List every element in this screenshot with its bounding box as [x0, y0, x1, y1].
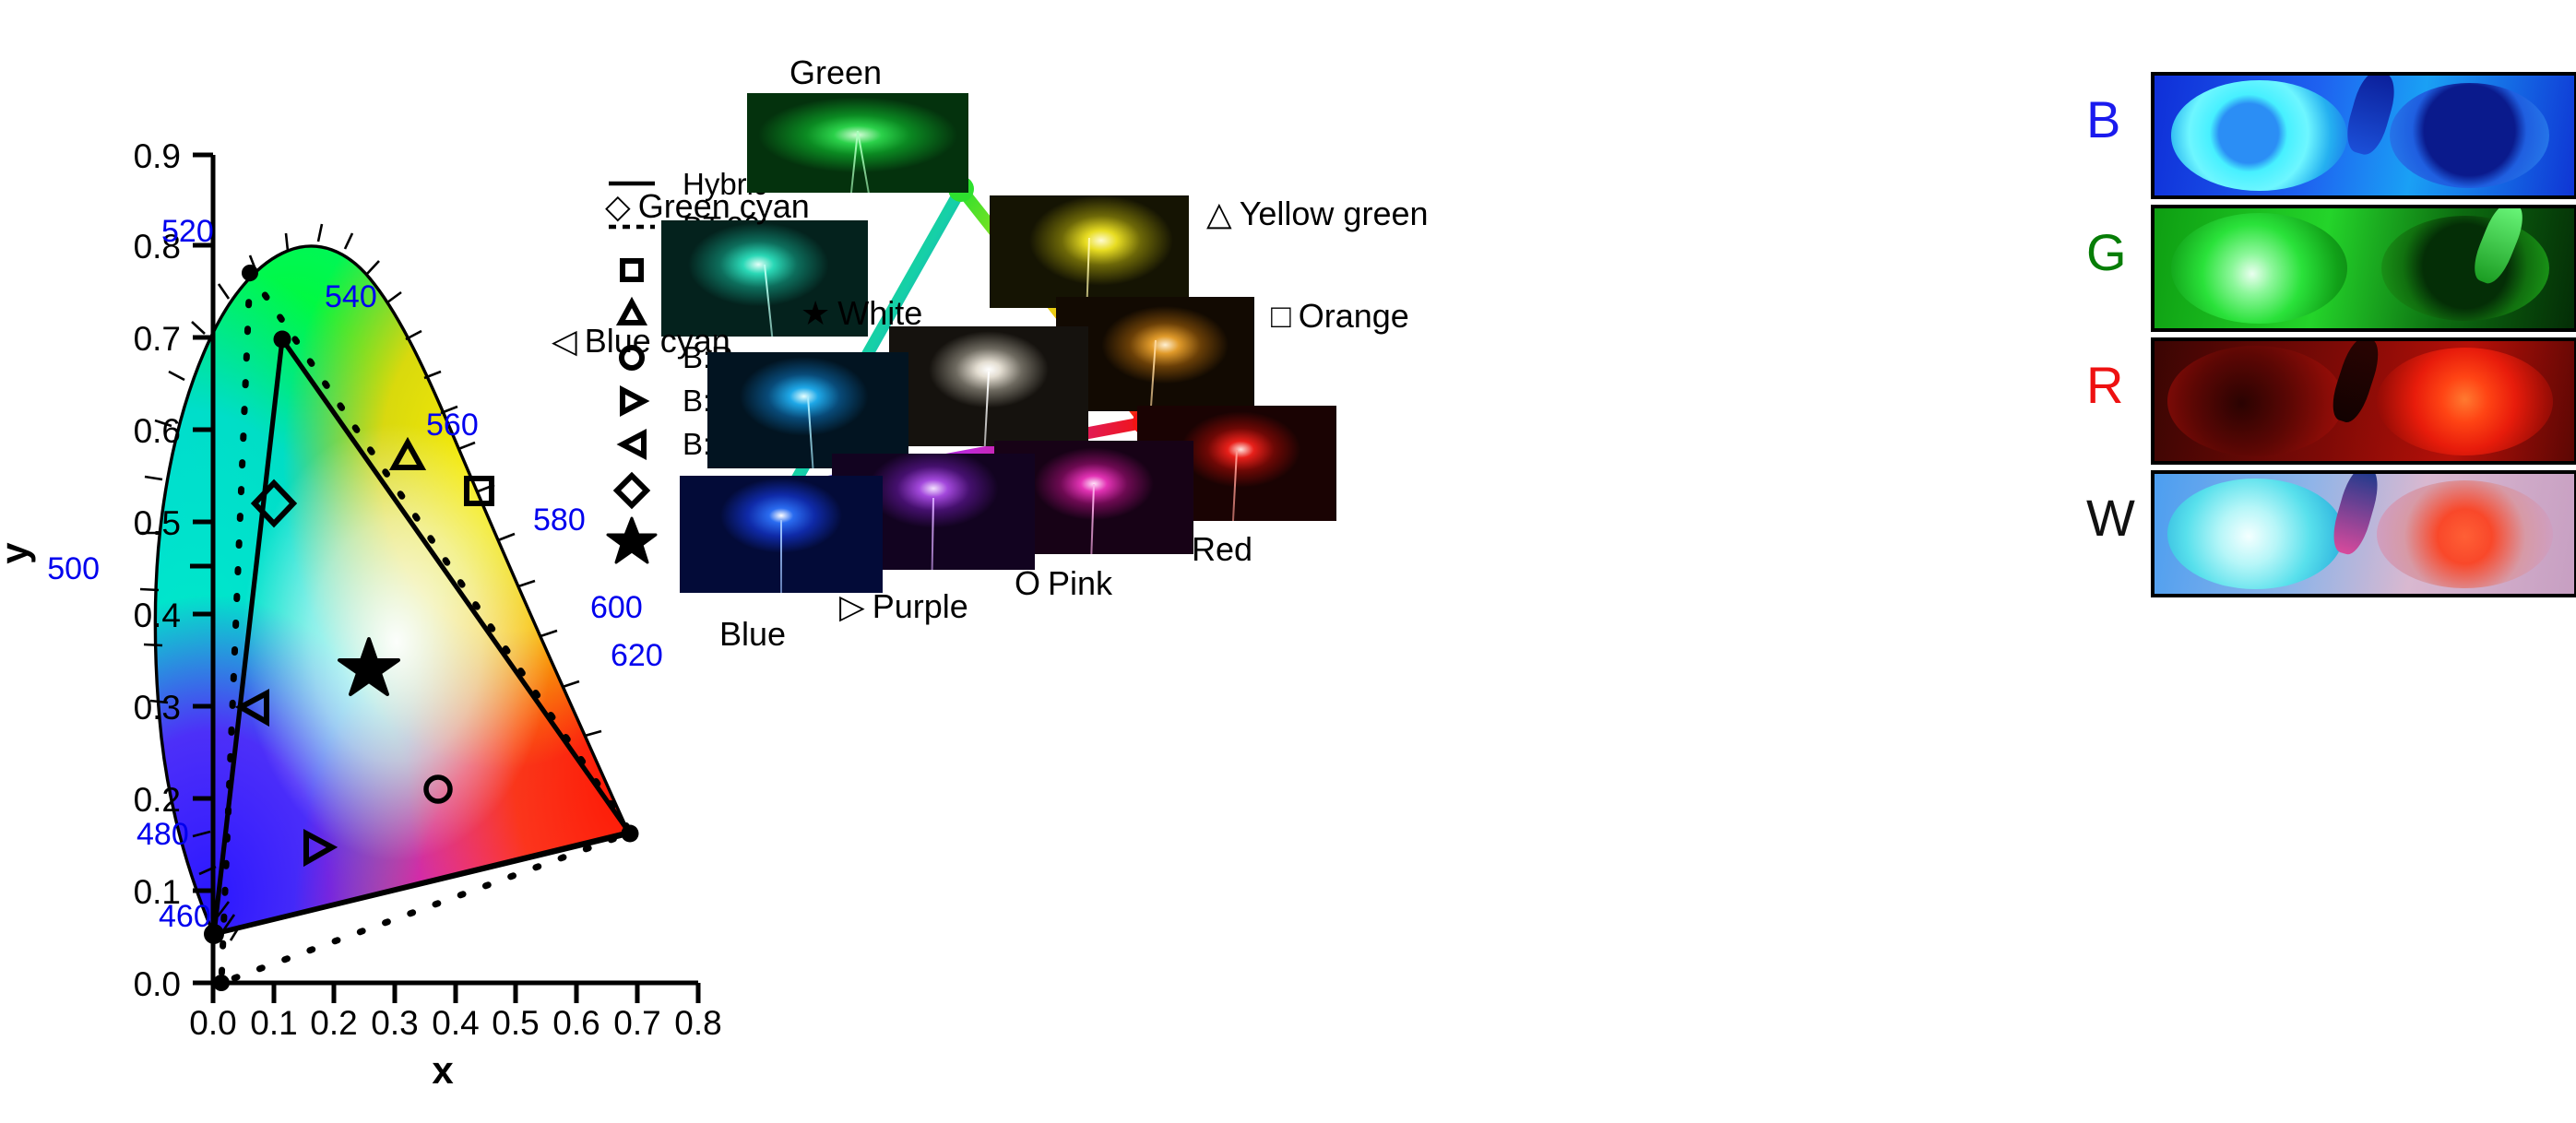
y-tick-4: 0.4 [134, 597, 181, 634]
caption-red-text: Red [1192, 530, 1253, 568]
strip-row-w: W [2075, 470, 2576, 597]
y-tick-7: 0.7 [134, 320, 181, 358]
caption-blue-text: Blue [719, 615, 787, 653]
legend-key-diamond [612, 471, 651, 510]
caption-green-cyan: ◇ Green cyan [605, 187, 810, 226]
caption-orange: □ Orange [1271, 297, 1409, 336]
x-tick-8: 0.8 [674, 1004, 721, 1042]
cie-chromaticity-panel: 0.0 0.1 0.2 0.3 0.4 0.5 0.6 0.7 0.8 0.0 … [0, 0, 766, 1123]
caption-pink: O Pink [1015, 564, 1112, 603]
legend-key-triangle-right [620, 385, 650, 417]
y-tick-6: 0.6 [134, 412, 181, 450]
strip-image-w [2151, 470, 2576, 597]
y-axis-title: y [0, 542, 36, 564]
caption-pink-text: Pink [1048, 564, 1113, 602]
caption-green-cyan-text: Green cyan [637, 187, 810, 225]
x-axis-title: x [432, 1048, 454, 1092]
strip-letter-b: B [2086, 90, 2121, 148]
legend-key-square [620, 258, 644, 282]
caption-green-cyan-marker: ◇ [605, 187, 631, 225]
strip-letter-r: R [2086, 356, 2124, 414]
caption-white-marker: ★ [801, 294, 831, 332]
wl-520: 520 [161, 214, 214, 249]
caption-blue-cyan-marker: ◁ [552, 322, 577, 360]
photo-yellow-green [990, 195, 1189, 308]
caption-white-text: White [837, 294, 923, 332]
legend-key-triangle-left [616, 429, 647, 460]
caption-white: ★ White [801, 294, 922, 333]
wl-580: 580 [533, 502, 586, 538]
photo-white [889, 326, 1088, 446]
strip-letter-g: G [2086, 223, 2127, 281]
x-tick-4: 0.4 [432, 1004, 479, 1042]
wl-480: 480 [137, 817, 189, 852]
caption-blue-cyan-text: Blue cyan [584, 322, 730, 360]
caption-purple-marker: ▷ [839, 587, 865, 625]
strip-image-g [2151, 205, 2576, 332]
vertex-green-dot [273, 330, 291, 349]
caption-purple-text: Purple [872, 587, 968, 625]
strip-row-b: B [2075, 72, 2576, 199]
x-axis-ticks [210, 983, 701, 1003]
x-tick-labels: 0.0 0.1 0.2 0.3 0.4 0.5 0.6 0.7 0.8 [189, 1004, 721, 1042]
wl-560: 560 [426, 408, 479, 443]
x-tick-5: 0.5 [492, 1004, 539, 1042]
legend-key-star [606, 516, 658, 564]
caption-yellow-green-marker: △ [1206, 195, 1232, 232]
caption-pink-marker: O [1015, 564, 1041, 602]
photo-blue-cyan [707, 352, 908, 468]
y-tick-9: 0.9 [134, 137, 181, 175]
bt2020-green-dot [242, 265, 258, 281]
caption-blue-cyan: ◁ Blue cyan [552, 322, 730, 361]
led-photo-montage-panel: Green △ Yellow green ◇ Green cyan □ Orange … [552, 0, 2075, 1123]
caption-orange-text: Orange [1298, 297, 1409, 335]
caption-red: Red [1184, 530, 1252, 569]
x-tick-7: 0.7 [613, 1004, 660, 1042]
caption-green-text: Green [789, 53, 883, 91]
caption-yellow-green: △ Yellow green [1206, 195, 1429, 233]
photo-green-panel [747, 93, 968, 193]
strip-letter-w: W [2086, 489, 2135, 547]
strip-image-b [2151, 72, 2576, 199]
strip-image-r [2151, 337, 2576, 465]
wl-600: 600 [590, 590, 643, 625]
vertex-red-dot [621, 824, 639, 843]
y-tick-0: 0.0 [134, 965, 181, 1003]
cie-diagram-svg: 0.0 0.1 0.2 0.3 0.4 0.5 0.6 0.7 0.8 0.0 … [0, 137, 766, 1092]
strip-row-r: R [2075, 337, 2576, 465]
y-tick-5: 0.5 [134, 504, 181, 542]
wl-540: 540 [325, 279, 377, 314]
photo-blue [680, 476, 883, 593]
caption-blue: Blue [712, 615, 786, 654]
wl-460: 460 [159, 899, 211, 934]
x-tick-2: 0.2 [310, 1004, 357, 1042]
y-tick-2: 0.2 [134, 781, 181, 819]
legend-key-triangle-up [615, 296, 648, 325]
strip-row-g: G [2075, 205, 2576, 332]
caption-green: Green [782, 53, 882, 92]
caption-purple: ▷ Purple [839, 587, 968, 626]
caption-yellow-green-text: Yellow green [1239, 195, 1429, 232]
wl-500: 500 [47, 551, 100, 586]
bgrw-strip-panel: B G R W [2075, 0, 2576, 1123]
caption-orange-marker: □ [1271, 297, 1291, 335]
x-tick-1: 0.1 [250, 1004, 297, 1042]
y-tick-3: 0.3 [134, 689, 181, 727]
x-tick-0: 0.0 [189, 1004, 236, 1042]
wl-620: 620 [611, 638, 663, 673]
x-tick-6: 0.6 [552, 1004, 599, 1042]
x-tick-3: 0.3 [371, 1004, 418, 1042]
